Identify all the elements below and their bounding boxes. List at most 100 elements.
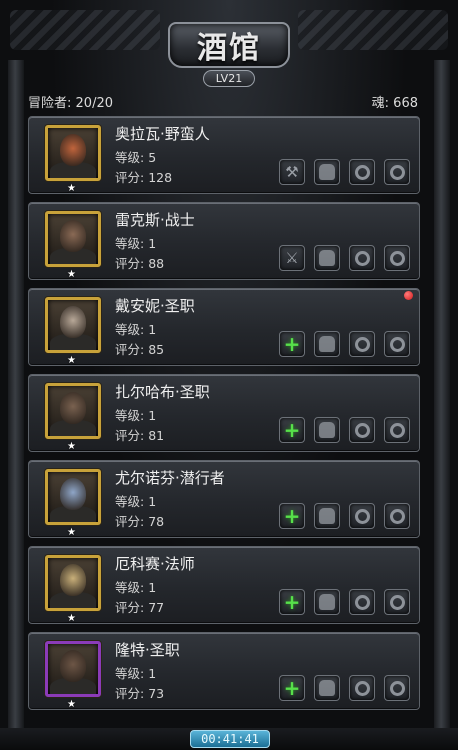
hero-level: 等级: 1: [115, 405, 156, 424]
equipment-slot[interactable]: [349, 589, 375, 615]
notification-dot: [404, 291, 413, 300]
equipment-slot[interactable]: [314, 675, 340, 701]
bottom-bar: 00:41:41: [0, 728, 458, 750]
hero-card[interactable]: ★ 奥拉瓦·野蛮人 等级: 5 评分: 128 ⚒: [28, 116, 420, 194]
hero-name: 厄科赛·法师: [115, 555, 195, 573]
armor-icon: [319, 422, 335, 438]
hero-card[interactable]: ★ 雷克斯·战士 等级: 1 评分: 88 ⚔: [28, 202, 420, 280]
equipment-slots: +: [279, 503, 411, 529]
hero-level-label: 等级:: [115, 494, 145, 509]
armor-icon: [319, 250, 335, 266]
equipment-slots: ⚒: [279, 159, 411, 185]
equipment-slot[interactable]: ⚒: [279, 159, 305, 185]
hero-score: 评分: 73: [115, 683, 164, 702]
hero-score: 评分: 81: [115, 425, 164, 444]
portrait-face: [60, 392, 86, 424]
hero-portrait[interactable]: [45, 641, 101, 697]
hero-card[interactable]: ★ 厄科赛·法师 等级: 1 评分: 77 +: [28, 546, 420, 624]
hero-card[interactable]: ★ 戴安妮·圣职 等级: 1 评分: 85 +: [28, 288, 420, 366]
hero-card[interactable]: ★ 尤尔诺芬·潜行者 等级: 1 评分: 78 +: [28, 460, 420, 538]
equipment-slot[interactable]: [349, 675, 375, 701]
portrait-face: [60, 134, 86, 166]
hero-score-value: 128: [148, 170, 173, 185]
soul-value: 668: [393, 96, 418, 111]
hero-level-label: 等级:: [115, 236, 145, 251]
equipment-slot[interactable]: ⚔: [279, 245, 305, 271]
header-banner: 酒馆 LV21: [0, 0, 458, 92]
ring-icon: [389, 336, 405, 352]
equipment-slot[interactable]: +: [279, 589, 305, 615]
equipment-slots: +: [279, 417, 411, 443]
equipment-slot[interactable]: [349, 245, 375, 271]
hero-level-value: 5: [148, 150, 157, 165]
equipment-slot[interactable]: [384, 331, 410, 357]
armor-icon: [319, 680, 335, 696]
star-icon: ★: [67, 441, 76, 452]
equipment-slot[interactable]: +: [279, 417, 305, 443]
hero-score-label: 评分:: [115, 514, 145, 529]
equipment-slot[interactable]: [314, 589, 340, 615]
info-bar: 冒险者: 20/20 魂: 668: [28, 92, 418, 111]
hero-score-value: 73: [148, 686, 165, 701]
equipment-slot[interactable]: [384, 417, 410, 443]
armor-icon: [319, 594, 335, 610]
hero-level-value: 1: [148, 494, 157, 509]
equipment-slot[interactable]: [349, 503, 375, 529]
equipment-slot[interactable]: [349, 331, 375, 357]
hero-portrait[interactable]: [45, 211, 101, 267]
equipment-slot[interactable]: [314, 417, 340, 443]
equipment-slot[interactable]: [349, 417, 375, 443]
equipment-slot[interactable]: [314, 159, 340, 185]
equipment-slot[interactable]: [314, 245, 340, 271]
equipment-slot[interactable]: [314, 503, 340, 529]
ring-icon: [389, 680, 405, 696]
ring-icon: [354, 594, 370, 610]
hero-level-label: 等级:: [115, 322, 145, 337]
equipment-slot[interactable]: [314, 331, 340, 357]
equipment-slot[interactable]: [349, 159, 375, 185]
hero-portrait[interactable]: [45, 125, 101, 181]
hero-score: 评分: 128: [115, 167, 172, 186]
hero-card[interactable]: ★ 扎尔哈布·圣职 等级: 1 评分: 81 +: [28, 374, 420, 452]
left-rail: [8, 60, 24, 730]
equipment-slot[interactable]: +: [279, 503, 305, 529]
hero-name: 尤尔诺芬·潜行者: [115, 469, 225, 487]
adventurer-count: 冒险者: 20/20: [28, 92, 113, 111]
hero-portrait[interactable]: [45, 469, 101, 525]
hero-level-value: 1: [148, 666, 157, 681]
equipment-slots: +: [279, 589, 411, 615]
equipment-slot[interactable]: [384, 589, 410, 615]
adventurer-value: 20/20: [75, 96, 113, 111]
equipment-slot[interactable]: [384, 159, 410, 185]
ring-icon: [354, 422, 370, 438]
hero-level: 等级: 1: [115, 233, 156, 252]
soul-label: 魂:: [371, 96, 390, 111]
hero-level-label: 等级:: [115, 580, 145, 595]
hero-score-label: 评分:: [115, 428, 145, 443]
star-icon: ★: [67, 613, 76, 624]
hero-name: 雷克斯·战士: [115, 211, 195, 229]
hero-level-value: 1: [148, 322, 157, 337]
hero-portrait[interactable]: [45, 555, 101, 611]
soul-count: 魂: 668: [372, 92, 418, 111]
hero-name: 扎尔哈布·圣职: [115, 383, 210, 401]
equipment-slot[interactable]: [384, 503, 410, 529]
ring-icon: [389, 164, 405, 180]
hero-portrait[interactable]: [45, 383, 101, 439]
hero-score-label: 评分:: [115, 342, 145, 357]
timer-display: 00:41:41: [190, 730, 270, 748]
hero-level-value: 1: [148, 236, 157, 251]
equipment-slots: +: [279, 331, 411, 357]
hero-portrait[interactable]: [45, 297, 101, 353]
hero-card[interactable]: ★ 隆特·圣职 等级: 1 评分: 73 +: [28, 632, 420, 710]
equipment-slot[interactable]: [384, 675, 410, 701]
hero-score-value: 81: [148, 428, 165, 443]
title-plate: 酒馆: [168, 22, 290, 68]
ring-icon: [354, 336, 370, 352]
hero-level-value: 1: [148, 580, 157, 595]
equipment-slot[interactable]: +: [279, 675, 305, 701]
hero-name: 戴安妮·圣职: [115, 297, 195, 315]
equipment-slot[interactable]: +: [279, 331, 305, 357]
equipment-slot[interactable]: [384, 245, 410, 271]
hero-list: ★ 奥拉瓦·野蛮人 等级: 5 评分: 128 ⚒ ★ 雷克斯·战士 等级: 1 评分: 88 ⚔…: [28, 116, 426, 728]
